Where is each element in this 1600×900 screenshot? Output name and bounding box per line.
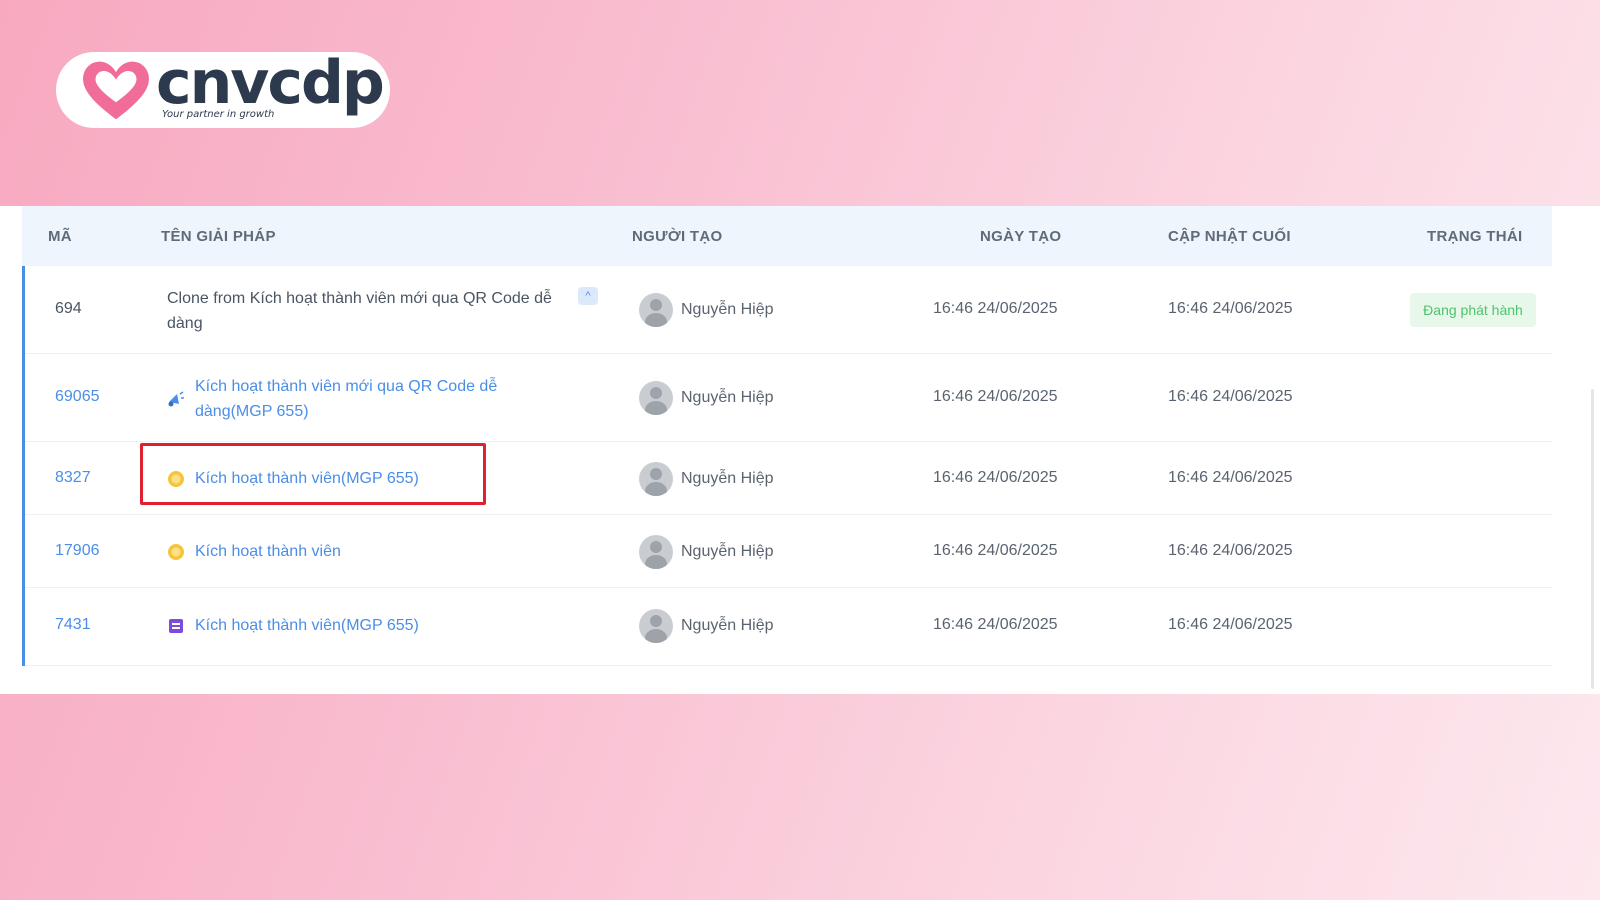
logo-text: cnvcdp Your partner in growth (156, 53, 385, 123)
row-name-text[interactable]: Kích hoạt thành viên (195, 539, 341, 564)
header-updated: CẬP NHẬT CUỐI (1168, 228, 1291, 245)
row-code[interactable]: 694 (55, 300, 82, 318)
logo-tagline: Your partner in growth (162, 109, 275, 120)
table-row[interactable]: 69065 Kích hoạt thành viên mới qua QR Co… (25, 354, 1552, 442)
row-created: 16:46 24/06/2025 (933, 469, 1058, 486)
header-name: TÊN GIẢI PHÁP (161, 228, 276, 245)
row-name[interactable]: Kích hoạt thành viên(MGP 655) (167, 613, 419, 638)
brand-logo: cnvcdp Your partner in growth (56, 52, 390, 128)
highlight-annotation (140, 443, 486, 505)
row-name-text[interactable]: Kích hoạt thành viên(MGP 655) (195, 613, 419, 638)
header-created: NGÀY TẠO (980, 228, 1062, 245)
megaphone-icon (168, 391, 184, 407)
row-name-text[interactable]: Kích hoạt thành viên mới qua QR Code dễ … (195, 374, 547, 424)
avatar (639, 609, 673, 643)
creator-name: Nguyễn Hiệp (681, 617, 774, 634)
header-creator: NGƯỜI TẠO (632, 228, 723, 245)
row-updated: 16:46 24/06/2025 (1168, 469, 1293, 486)
heart-icon (83, 61, 149, 120)
row-creator: Nguyễn Hiệp (639, 381, 774, 415)
row-code[interactable]: 69065 (55, 388, 100, 406)
row-creator: Nguyễn Hiệp (639, 609, 774, 643)
table-row[interactable]: 694 Clone from Kích hoạt thành viên mới … (25, 266, 1552, 354)
status-badge: Đang phát hành (1410, 293, 1536, 327)
row-creator: Nguyễn Hiệp (639, 462, 774, 496)
creator-name: Nguyễn Hiệp (681, 301, 774, 318)
row-code[interactable]: 7431 (55, 616, 91, 634)
coin-icon (168, 543, 184, 560)
avatar (639, 462, 673, 496)
row-code[interactable]: 17906 (55, 542, 100, 560)
avatar (639, 535, 673, 569)
row-updated: 16:46 24/06/2025 (1168, 388, 1293, 405)
row-creator: Nguyễn Hiệp (639, 293, 774, 327)
creator-name: Nguyễn Hiệp (681, 389, 774, 406)
row-name[interactable]: Kích hoạt thành viên (167, 539, 341, 564)
row-created: 16:46 24/06/2025 (933, 388, 1058, 405)
row-name[interactable]: Clone from Kích hoạt thành viên mới qua … (167, 286, 567, 336)
header-code: MÃ (48, 228, 72, 245)
row-updated: 16:46 24/06/2025 (1168, 542, 1293, 559)
row-name-text[interactable]: Clone from Kích hoạt thành viên mới qua … (167, 286, 567, 336)
collapse-button[interactable]: ^ (578, 287, 598, 305)
row-updated: 16:46 24/06/2025 (1168, 300, 1293, 317)
table-row[interactable]: 7431 Kích hoạt thành viên(MGP 655) Nguyễ… (25, 588, 1552, 666)
row-updated: 16:46 24/06/2025 (1168, 616, 1293, 633)
row-code[interactable]: 8327 (55, 469, 91, 487)
avatar (639, 381, 673, 415)
row-created: 16:46 24/06/2025 (933, 616, 1058, 633)
creator-name: Nguyễn Hiệp (681, 543, 774, 560)
vertical-scrollbar[interactable] (1591, 389, 1594, 689)
logo-wordmark: cnvcdp (156, 48, 385, 118)
row-name[interactable]: Kích hoạt thành viên mới qua QR Code dễ … (167, 374, 547, 424)
table-row[interactable]: 17906 Kích hoạt thành viên Nguyễn Hiệp 1… (25, 515, 1552, 588)
table-header: MÃ TÊN GIẢI PHÁP NGƯỜI TẠO NGÀY TẠO CẬP … (22, 206, 1552, 266)
header-status: TRẠNG THÁI (1427, 228, 1523, 245)
row-created: 16:46 24/06/2025 (933, 542, 1058, 559)
avatar (639, 293, 673, 327)
creator-name: Nguyễn Hiệp (681, 470, 774, 487)
row-creator: Nguyễn Hiệp (639, 535, 774, 569)
row-created: 16:46 24/06/2025 (933, 300, 1058, 317)
voucher-icon (169, 618, 183, 633)
